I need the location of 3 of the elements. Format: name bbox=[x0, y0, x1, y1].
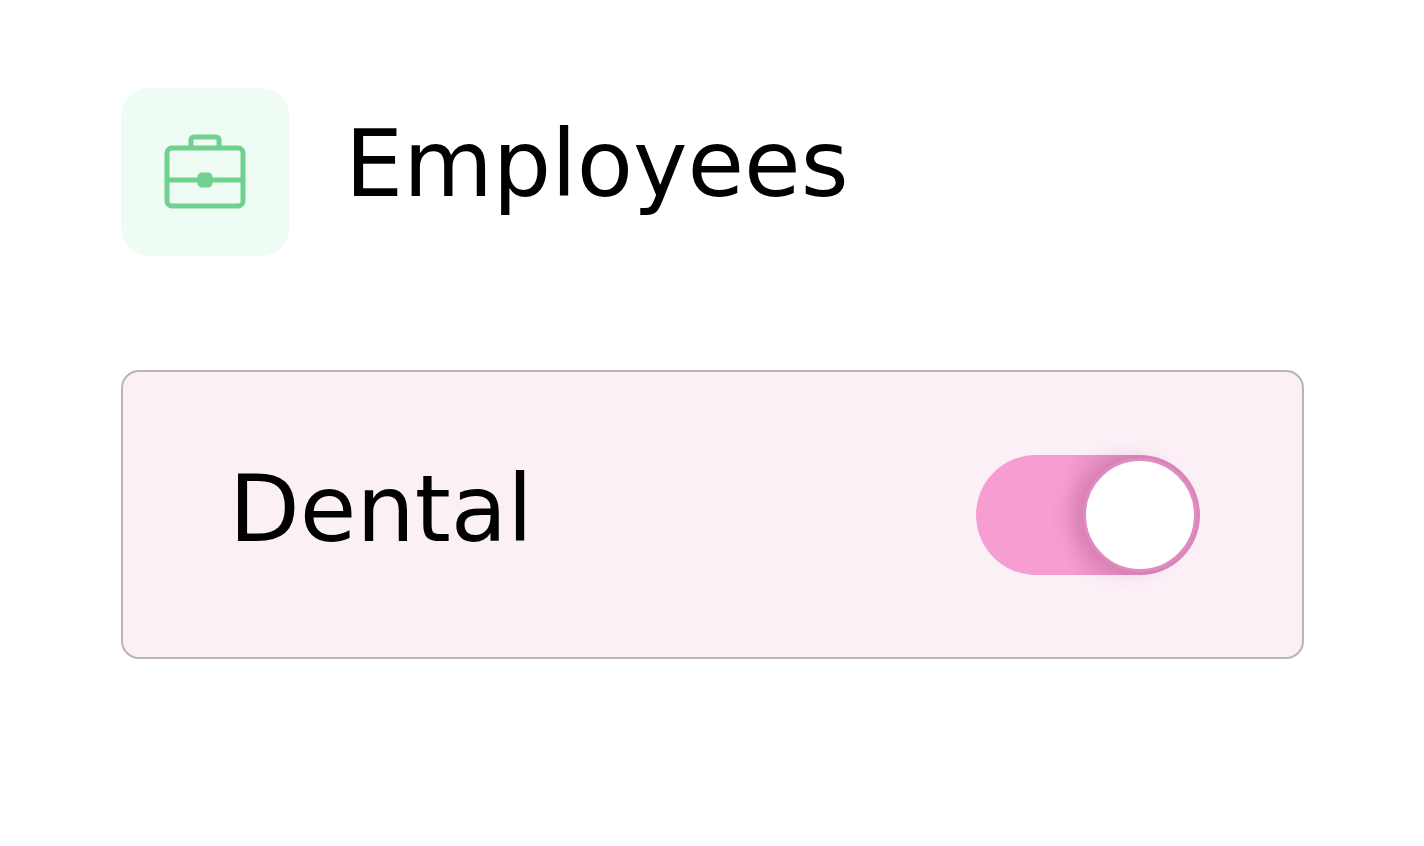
page-title: Employees bbox=[345, 119, 849, 220]
briefcase-icon bbox=[164, 134, 246, 210]
setting-label: Dental bbox=[229, 463, 533, 565]
